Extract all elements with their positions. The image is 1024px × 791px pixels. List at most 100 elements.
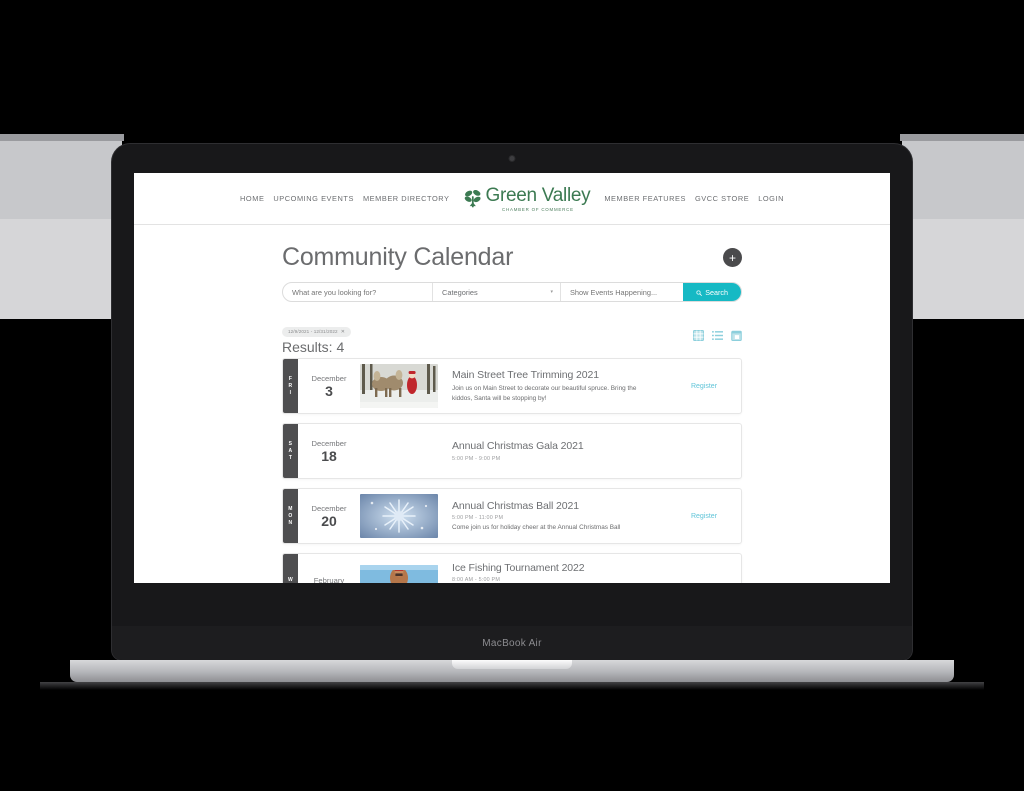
- chevron-down-icon: ▾: [550, 289, 553, 295]
- weekday-letter: T: [288, 455, 293, 461]
- laptop-device: HOME UPCOMING EVENTS MEMBER DIRECTORY Gr…: [112, 144, 912, 660]
- event-card[interactable]: S A T December 18 Annual Christmas Gala …: [282, 423, 742, 479]
- site-header: HOME UPCOMING EVENTS MEMBER DIRECTORY Gr…: [134, 173, 890, 225]
- event-thumbnail-ice-fisherman[interactable]: [360, 565, 438, 583]
- weekday-letter: S: [288, 441, 293, 447]
- backdrop-right-lower: [902, 219, 1024, 319]
- view-toggle-group: [693, 328, 742, 341]
- event-details: Annual Christmas Ball 2021 5:00 PM - 11:…: [438, 489, 667, 543]
- event-weekday-strip: M O N: [283, 489, 298, 543]
- page-body: Community Calendar + Categories ▾: [134, 225, 890, 583]
- event-search-bar: Categories ▾ Search: [282, 282, 742, 302]
- event-details: Annual Christmas Gala 2021 5:00 PM - 9:0…: [438, 424, 667, 478]
- nav-link-gvcc-store[interactable]: GVCC STORE: [695, 194, 749, 203]
- event-day: 20: [321, 513, 337, 530]
- weekday-letter: N: [288, 520, 293, 526]
- weekday-letter: F: [288, 376, 293, 382]
- event-thumbnail-horses-snow[interactable]: [360, 364, 438, 408]
- weekday-letter: M: [288, 506, 293, 512]
- date-filter-chip-label: 12/9/2021 - 12/31/2022: [288, 329, 338, 334]
- event-card[interactable]: M O N December 20 Annual Christmas Ball …: [282, 488, 742, 544]
- event-weekday-strip: F R I: [283, 359, 298, 413]
- event-date: December 18: [298, 424, 360, 478]
- event-time: 8:00 AM - 5:00 PM: [452, 577, 501, 583]
- event-action: Register: [667, 554, 741, 583]
- laptop-shadow: [40, 682, 984, 690]
- brand-name: Green Valley: [485, 184, 591, 206]
- page-title: Community Calendar: [282, 243, 514, 271]
- results-count: Results: 4: [282, 339, 345, 355]
- add-event-button[interactable]: +: [723, 248, 742, 267]
- categories-dropdown[interactable]: Categories ▾: [433, 283, 561, 301]
- event-details: Main Street Tree Trimming 2021 Join us o…: [438, 359, 667, 413]
- laptop-top-bezel: [112, 144, 912, 173]
- event-action: Register: [667, 489, 741, 543]
- event-month: December: [311, 374, 347, 384]
- event-time: 5:00 PM - 9:00 PM: [452, 455, 501, 462]
- event-day: 3: [325, 383, 333, 400]
- results-header: 12/9/2021 - 12/31/2022 ✕ Results: 4: [282, 320, 742, 355]
- primary-nav-left: HOME UPCOMING EVENTS MEMBER DIRECTORY: [240, 194, 449, 203]
- laptop-chin: MacBook Air: [112, 626, 912, 660]
- backdrop-left-upper: [0, 141, 122, 219]
- event-title[interactable]: Main Street Tree Trimming 2021: [452, 369, 657, 382]
- event-action: Register: [667, 359, 741, 413]
- page-title-row: Community Calendar +: [152, 225, 872, 282]
- event-description: Come join us for holiday cheer at the An…: [452, 523, 621, 531]
- event-description: Join us on Main Street to decorate our b…: [452, 385, 637, 402]
- calendar-view-icon[interactable]: [731, 328, 742, 341]
- register-link[interactable]: Register: [691, 513, 717, 520]
- event-day: 18: [321, 448, 337, 465]
- nav-link-home[interactable]: HOME: [240, 194, 264, 203]
- nav-link-member-directory[interactable]: MEMBER DIRECTORY: [363, 194, 450, 203]
- weekday-letter: A: [288, 448, 293, 454]
- event-month: December: [311, 439, 347, 449]
- event-details: Ice Fishing Tournament 2022 8:00 AM - 5:…: [438, 554, 667, 583]
- backdrop-right-upper: [902, 141, 1024, 219]
- event-month: December: [311, 504, 347, 514]
- clover-icon: [464, 189, 482, 209]
- backdrop-left-lower: [0, 219, 122, 319]
- weekday-letter: I: [289, 390, 292, 396]
- date-filter-chip[interactable]: 12/9/2021 - 12/31/2022 ✕: [282, 326, 352, 337]
- browser-viewport: HOME UPCOMING EVENTS MEMBER DIRECTORY Gr…: [134, 173, 890, 583]
- search-button-label: Search: [705, 287, 728, 297]
- event-month: February: [313, 575, 345, 583]
- nav-link-upcoming-events[interactable]: UPCOMING EVENTS: [273, 194, 354, 203]
- weekday-letter: O: [288, 513, 293, 519]
- event-list: F R I December 3 Main Street Tree Trimmi…: [282, 358, 742, 583]
- close-icon[interactable]: ✕: [341, 329, 345, 335]
- device-model-label: MacBook Air: [482, 637, 542, 649]
- nav-link-member-features[interactable]: MEMBER FEATURES: [604, 194, 686, 203]
- register-link[interactable]: Register: [691, 383, 717, 390]
- primary-nav-right: MEMBER FEATURES GVCC STORE LOGIN: [604, 194, 784, 203]
- site-logo[interactable]: Green Valley CHAMBER OF COMMERCE: [464, 186, 591, 212]
- event-title[interactable]: Ice Fishing Tournament 2022: [452, 562, 657, 575]
- brand-text-block: Green Valley CHAMBER OF COMMERCE: [486, 186, 591, 212]
- search-icon: [696, 289, 703, 296]
- list-view-icon[interactable]: [712, 328, 723, 340]
- event-date: February 9: [298, 554, 360, 583]
- webcam-icon: [509, 156, 515, 161]
- backdrop-right-edge: [900, 134, 1024, 141]
- date-range-input[interactable]: [561, 283, 684, 301]
- laptop-notch: [452, 660, 572, 669]
- nav-link-login[interactable]: LOGIN: [758, 194, 784, 203]
- weekday-letter: W: [287, 577, 294, 583]
- categories-dropdown-label: Categories: [442, 287, 478, 297]
- brand-tagline: CHAMBER OF COMMERCE: [502, 206, 574, 212]
- event-thumbnail-snowflake[interactable]: [360, 494, 438, 538]
- event-card[interactable]: F R I December 3 Main Street Tree Trimmi…: [282, 358, 742, 414]
- event-title[interactable]: Annual Christmas Gala 2021: [452, 440, 657, 453]
- grid-view-icon[interactable]: [693, 328, 704, 341]
- event-date: December 20: [298, 489, 360, 543]
- event-weekday-strip: S A T: [283, 424, 298, 478]
- event-time: 5:00 PM - 11:00 PM: [452, 514, 504, 521]
- weekday-letter: R: [288, 383, 293, 389]
- event-date: December 3: [298, 359, 360, 413]
- search-keyword-input[interactable]: [283, 283, 433, 301]
- event-weekday-strip: W E D: [283, 554, 298, 583]
- search-button[interactable]: Search: [683, 283, 741, 301]
- event-card[interactable]: W E D February 9: [282, 553, 742, 583]
- event-title[interactable]: Annual Christmas Ball 2021: [452, 500, 657, 513]
